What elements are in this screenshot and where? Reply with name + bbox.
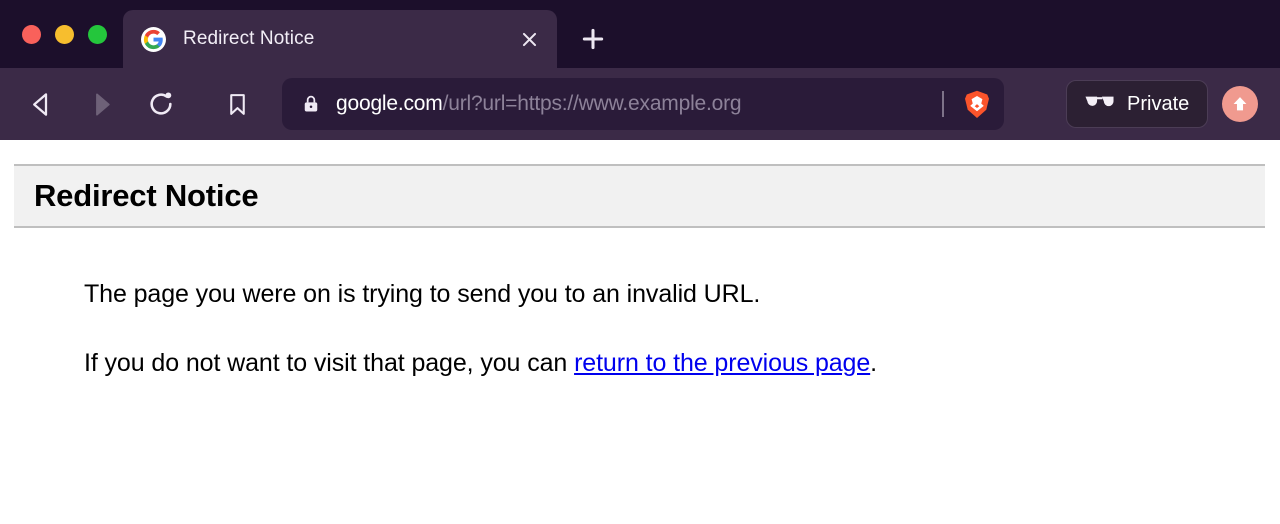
url-host: google.com <box>336 92 443 115</box>
address-bar[interactable]: google.com/url?url=https://www.example.o… <box>282 78 1004 130</box>
browser-tab-active[interactable]: Redirect Notice <box>123 10 557 68</box>
forward-button[interactable] <box>78 81 124 127</box>
urlbar-divider <box>942 91 944 117</box>
private-mode-button[interactable]: Private <box>1066 80 1209 128</box>
upload-arrow-icon[interactable] <box>1222 86 1259 122</box>
tab-strip: Redirect Notice <box>0 0 1280 68</box>
bookmark-icon[interactable] <box>214 81 260 127</box>
new-tab-button[interactable] <box>573 19 613 59</box>
notice-paragraph-2-suffix: . <box>870 349 878 377</box>
browser-window: Redirect Notice google.com/url?url=https… <box>0 0 1280 140</box>
page-title: Redirect Notice <box>34 178 259 213</box>
private-mode-label: Private <box>1127 92 1190 115</box>
sunglasses-icon <box>1085 94 1114 115</box>
secure-lock-icon <box>300 93 322 115</box>
maximize-window-button[interactable] <box>88 24 107 44</box>
close-window-button[interactable] <box>22 24 41 44</box>
browser-toolbar: google.com/url?url=https://www.example.o… <box>0 68 1280 140</box>
close-tab-icon[interactable] <box>515 25 543 53</box>
address-bar-text: google.com/url?url=https://www.example.o… <box>336 92 932 116</box>
page-content: Redirect Notice The page you were on is … <box>0 164 1280 524</box>
window-controls <box>0 0 123 68</box>
return-to-previous-page-link[interactable]: return to the previous page <box>574 349 870 377</box>
brave-lion-icon[interactable] <box>962 89 992 119</box>
tab-title: Redirect Notice <box>183 28 315 49</box>
notice-paragraph-1: The page you were on is trying to send y… <box>84 280 761 308</box>
notice-body: The page you were on is trying to send y… <box>0 228 1280 378</box>
minimize-window-button[interactable] <box>55 24 74 44</box>
notice-paragraph-2: If you do not want to visit that page, y… <box>84 349 1280 378</box>
url-path: /url?url=https://www.example.org <box>442 92 742 115</box>
google-g-icon <box>141 26 166 52</box>
notice-header-bar: Redirect Notice <box>14 164 1265 228</box>
reload-button[interactable] <box>138 81 184 127</box>
back-button[interactable] <box>18 81 64 127</box>
notice-paragraph-2-prefix: If you do not want to visit that page, y… <box>84 349 575 377</box>
